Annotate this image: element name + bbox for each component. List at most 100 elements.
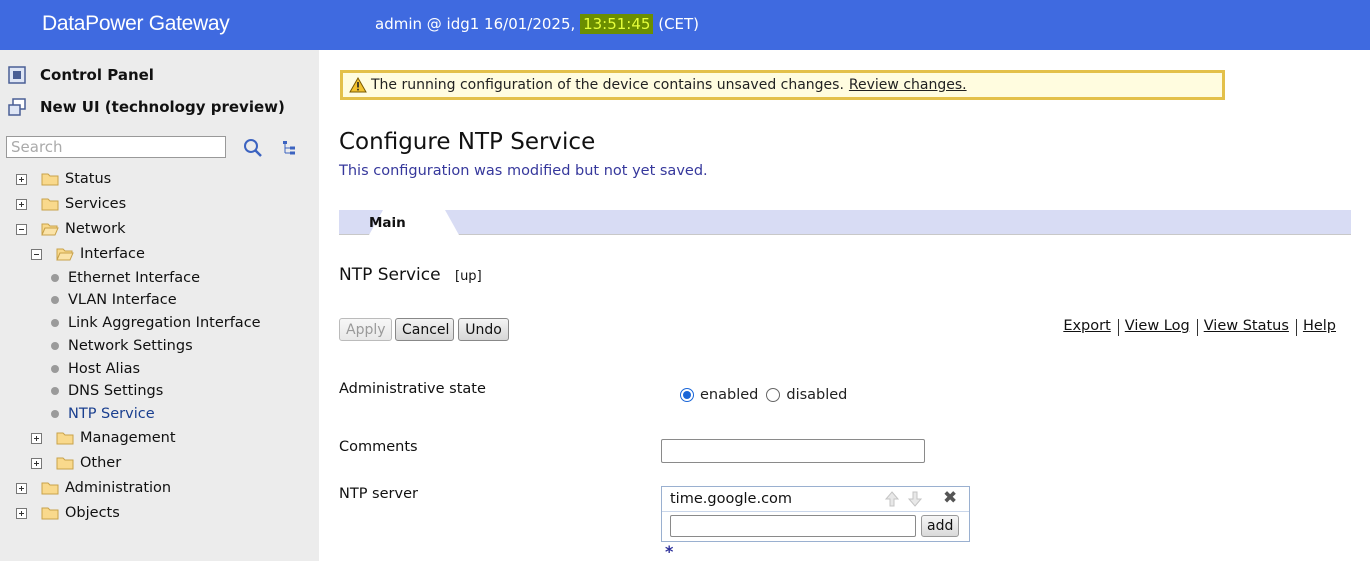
expand-icon[interactable]	[31, 457, 42, 469]
session-time: 13:51:45	[580, 14, 654, 34]
tree-item-network-settings[interactable]: Network Settings	[51, 338, 193, 354]
tree-item-ntp-service[interactable]: NTP Service	[51, 406, 155, 422]
required-marker: *	[665, 542, 674, 561]
bullet-icon	[51, 342, 59, 350]
status-badge: [up]	[455, 269, 482, 284]
bullet-icon	[51, 319, 59, 327]
page-title: Configure NTP Service	[339, 129, 596, 155]
tree-label-network: Network	[65, 221, 126, 237]
undo-button[interactable]: Undo	[458, 318, 509, 341]
expand-icon[interactable]	[16, 482, 27, 494]
collapse-icon[interactable]	[16, 223, 27, 235]
admin-state-label: Administrative state	[339, 381, 486, 397]
export-link[interactable]: Export	[1063, 318, 1110, 336]
tree-item-status[interactable]: Status	[16, 171, 111, 187]
warning-text: The running configuration of the device …	[371, 77, 844, 93]
ntp-server-entry[interactable]: time.google.com ✖	[662, 487, 969, 512]
radio-enabled[interactable]	[680, 388, 694, 402]
control-panel-icon	[8, 66, 26, 84]
new-ntp-server-input[interactable]	[670, 515, 916, 537]
tree-label-vlan: VLAN Interface	[68, 292, 177, 308]
ntp-server-label: NTP server	[339, 486, 418, 502]
radio-enabled-label[interactable]: enabled	[700, 387, 758, 403]
new-window-icon	[8, 98, 26, 116]
section-title: NTP Service	[339, 265, 441, 285]
tree-label-interface: Interface	[80, 246, 145, 262]
tree-label-administration: Administration	[65, 480, 172, 496]
move-up-icon[interactable]	[885, 491, 899, 507]
tree-item-administration[interactable]: Administration	[16, 480, 171, 496]
expand-icon[interactable]	[31, 432, 42, 444]
control-panel-link[interactable]: Control Panel	[8, 66, 154, 84]
apply-button[interactable]: Apply	[339, 318, 392, 341]
help-link[interactable]: Help	[1303, 318, 1336, 336]
new-ui-label: New UI (technology preview)	[40, 98, 285, 116]
tree-label-management: Management	[80, 430, 176, 446]
comments-field[interactable]	[661, 439, 925, 463]
view-status-link[interactable]: View Status	[1204, 318, 1289, 336]
folder-icon	[41, 173, 59, 186]
session-info: admin @ idg1 16/01/2025, 13:51:45 (CET)	[375, 14, 700, 34]
link-divider	[1196, 319, 1198, 336]
view-log-link[interactable]: View Log	[1125, 318, 1190, 336]
bullet-icon	[51, 296, 59, 304]
radio-disabled-label[interactable]: disabled	[786, 387, 847, 403]
modified-note: This configuration was modified but not …	[339, 163, 708, 179]
new-ui-link[interactable]: New UI (technology preview)	[8, 98, 285, 116]
brand-title: DataPower Gateway	[42, 12, 230, 35]
tree-label-objects: Objects	[65, 505, 120, 521]
tree-item-objects[interactable]: Objects	[16, 505, 120, 521]
link-divider	[1117, 319, 1119, 336]
folder-open-icon	[56, 248, 74, 261]
tree-item-network[interactable]: Network	[16, 221, 126, 237]
tree-item-vlan-interface[interactable]: VLAN Interface	[51, 292, 177, 308]
session-user-date: admin @ idg1 16/01/2025,	[375, 15, 576, 33]
folder-icon	[56, 432, 74, 445]
folder-open-icon	[41, 223, 59, 236]
link-divider	[1295, 319, 1297, 336]
top-bar: DataPower Gateway admin @ idg1 16/01/202…	[0, 0, 1370, 50]
tree-item-host-alias[interactable]: Host Alias	[51, 361, 140, 377]
folder-icon	[56, 457, 74, 470]
ntp-server-value: time.google.com	[670, 491, 793, 507]
search-icon[interactable]	[243, 138, 263, 158]
expand-icon[interactable]	[16, 173, 27, 185]
tree-item-interface[interactable]: Interface	[31, 246, 145, 262]
tree-item-dns-settings[interactable]: DNS Settings	[51, 383, 163, 399]
tree-item-management[interactable]: Management	[31, 430, 176, 446]
tree-item-ethernet-interface[interactable]: Ethernet Interface	[51, 270, 200, 286]
expand-icon[interactable]	[16, 198, 27, 210]
search-input[interactable]	[6, 136, 226, 158]
folder-icon	[41, 507, 59, 520]
move-down-icon[interactable]	[908, 491, 922, 507]
sidebar: Control Panel New UI (technology preview…	[0, 50, 319, 561]
cancel-button[interactable]: Cancel	[395, 318, 454, 341]
main-content: The running configuration of the device …	[319, 50, 1370, 561]
tab-bar: Main	[339, 210, 1351, 235]
tree-item-services[interactable]: Services	[16, 196, 126, 212]
tree-item-link-aggregation[interactable]: Link Aggregation Interface	[51, 315, 261, 331]
collapse-icon[interactable]	[31, 248, 42, 260]
session-timezone: (CET)	[658, 15, 700, 33]
radio-disabled[interactable]	[766, 388, 781, 402]
tree-label-dns: DNS Settings	[68, 383, 164, 399]
review-changes-link[interactable]: Review changes.	[849, 77, 967, 93]
admin-state-radio-group: enabled disabled	[680, 387, 847, 403]
bullet-icon	[51, 410, 59, 418]
tree-label-other: Other	[80, 455, 122, 471]
bullet-icon	[51, 365, 59, 373]
add-server-button[interactable]: add	[921, 515, 960, 537]
delete-icon[interactable]: ✖	[943, 490, 957, 507]
folder-icon	[41, 482, 59, 495]
tab-main[interactable]: Main	[369, 215, 406, 231]
ntp-server-list: time.google.com ✖ add	[661, 486, 970, 542]
expand-icon[interactable]	[16, 507, 27, 519]
tree-view-icon[interactable]	[282, 140, 296, 156]
tree-item-other[interactable]: Other	[31, 455, 121, 471]
warning-icon	[349, 77, 367, 93]
control-panel-label: Control Panel	[40, 66, 154, 84]
tree-label-host-alias: Host Alias	[68, 361, 141, 377]
bullet-icon	[51, 387, 59, 395]
tree-label-ntp: NTP Service	[68, 406, 155, 422]
tree-label-status: Status	[65, 171, 112, 187]
